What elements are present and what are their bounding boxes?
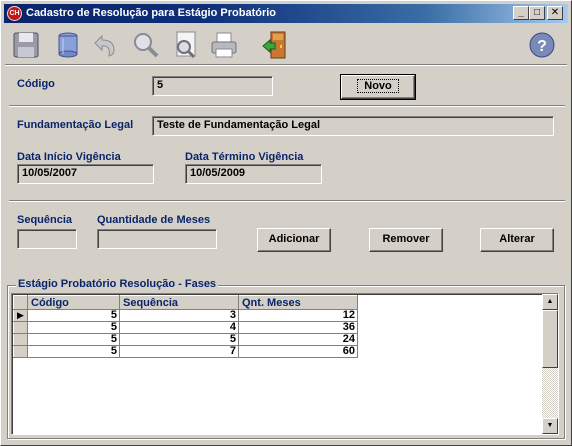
cell-codigo[interactable]: 5 xyxy=(27,321,120,334)
cell-qnt-meses[interactable]: 12 xyxy=(238,309,358,322)
scroll-thumb[interactable] xyxy=(542,310,558,368)
quantidade-meses-label: Quantidade de Meses xyxy=(97,214,211,226)
scroll-down-icon[interactable]: ▼ xyxy=(542,418,558,434)
row-indicator xyxy=(13,345,28,358)
toolbar: ? xyxy=(5,25,567,66)
undo-icon[interactable] xyxy=(87,29,121,61)
codigo-field[interactable]: 5 xyxy=(152,76,273,96)
cell-codigo[interactable]: 5 xyxy=(27,309,120,322)
data-termino-label: Data Término Vigência xyxy=(185,151,304,163)
row-indicator xyxy=(13,321,28,334)
fundamentacao-label: Fundamentação Legal xyxy=(17,119,134,131)
database-icon[interactable] xyxy=(51,29,85,61)
scroll-up-icon[interactable]: ▲ xyxy=(542,294,558,310)
quantidade-meses-field[interactable] xyxy=(97,229,217,249)
title-bar[interactable]: CH Cadastro de Resolução para Estágio Pr… xyxy=(4,4,568,23)
divider xyxy=(9,200,565,202)
save-icon[interactable] xyxy=(9,29,43,61)
vertical-scrollbar[interactable]: ▲ ▼ xyxy=(542,294,558,434)
app-icon[interactable]: CH xyxy=(7,6,22,21)
adicionar-button[interactable]: Adicionar xyxy=(257,228,331,252)
cell-sequencia[interactable]: 5 xyxy=(119,333,239,346)
table-row[interactable]: 5 5 24 xyxy=(13,333,358,346)
column-header-codigo[interactable]: Código xyxy=(27,295,120,310)
cell-qnt-meses[interactable]: 60 xyxy=(238,345,358,358)
remover-button[interactable]: Remover xyxy=(369,228,443,252)
svg-text:?: ? xyxy=(537,38,547,55)
fases-group-title: Estágio Probatório Resolução - Fases xyxy=(16,278,219,290)
sequencia-label: Sequência xyxy=(17,214,73,226)
novo-button[interactable]: Novo xyxy=(340,74,416,100)
cell-sequencia[interactable]: 7 xyxy=(119,345,239,358)
codigo-label: Código xyxy=(17,78,55,90)
main-window: CH Cadastro de Resolução para Estágio Pr… xyxy=(0,0,572,446)
column-header-sequencia[interactable]: Sequência xyxy=(119,295,239,310)
cell-qnt-meses[interactable]: 36 xyxy=(238,321,358,334)
table-row[interactable]: 5 7 60 xyxy=(13,345,358,358)
close-button[interactable]: ✕ xyxy=(547,6,563,20)
table-row[interactable]: ▶ 5 3 12 xyxy=(13,309,358,322)
fases-table: Código Sequência Qnt. Meses ▶ 5 3 12 5 4… xyxy=(13,295,358,358)
sequencia-field[interactable] xyxy=(17,229,77,249)
data-inicio-label: Data Início Vigência xyxy=(17,151,121,163)
row-indicator-header xyxy=(13,295,28,310)
window-title: Cadastro de Resolução para Estágio Proba… xyxy=(26,7,277,19)
column-header-qnt-meses[interactable]: Qnt. Meses xyxy=(238,295,358,310)
cell-codigo[interactable]: 5 xyxy=(27,333,120,346)
fundamentacao-field[interactable]: Teste de Fundamentação Legal xyxy=(152,116,554,136)
novo-button-label: Novo xyxy=(357,79,399,93)
table-row[interactable]: 5 4 36 xyxy=(13,321,358,334)
data-termino-field[interactable]: 10/05/2009 xyxy=(185,164,322,184)
help-icon[interactable]: ? xyxy=(525,29,559,61)
data-inicio-field[interactable]: 10/05/2007 xyxy=(17,164,154,184)
exit-icon[interactable] xyxy=(259,29,293,61)
divider xyxy=(9,105,565,107)
cell-codigo[interactable]: 5 xyxy=(27,345,120,358)
table-header-row: Código Sequência Qnt. Meses xyxy=(13,295,358,310)
search-icon[interactable] xyxy=(129,29,163,61)
maximize-button[interactable]: □ xyxy=(529,6,545,20)
minimize-button[interactable]: _ xyxy=(513,6,529,20)
zoom-document-icon[interactable] xyxy=(169,29,203,61)
print-icon[interactable] xyxy=(207,29,241,61)
cell-sequencia[interactable]: 3 xyxy=(119,309,239,322)
alterar-button[interactable]: Alterar xyxy=(480,228,554,252)
cell-sequencia[interactable]: 4 xyxy=(119,321,239,334)
current-row-indicator: ▶ xyxy=(13,309,28,322)
cell-qnt-meses[interactable]: 24 xyxy=(238,333,358,346)
fases-grid[interactable]: Código Sequência Qnt. Meses ▶ 5 3 12 5 4… xyxy=(11,293,559,435)
row-indicator xyxy=(13,333,28,346)
